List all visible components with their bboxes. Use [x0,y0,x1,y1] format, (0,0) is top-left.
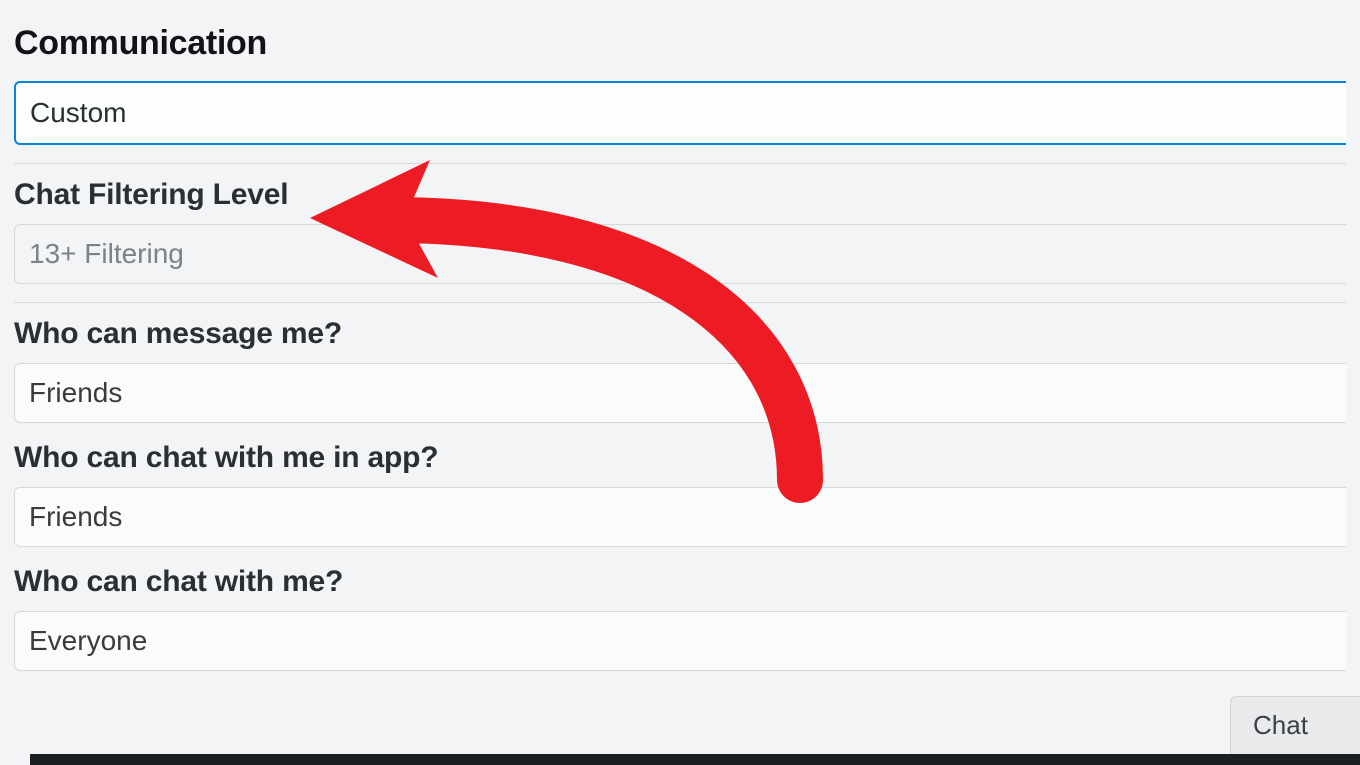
communication-section: Communication Custom Chat Filtering Leve… [0,0,1360,671]
who-chat-select[interactable]: Everyone [14,611,1346,671]
who-message-label: Who can message me? [14,317,1346,351]
chat-filtering-select[interactable]: 13+ Filtering [14,224,1346,284]
who-message-select[interactable]: Friends [14,363,1346,423]
who-chat-label: Who can chat with me? [14,565,1346,599]
communication-preset-select[interactable]: Custom [14,81,1346,145]
who-chat-app-label: Who can chat with me in app? [14,441,1346,475]
section-title: Communication [14,24,1346,63]
communication-preset-value: Custom [30,97,126,129]
chat-tab[interactable]: Chat [1230,696,1360,754]
divider [14,163,1346,164]
chat-filtering-value: 13+ Filtering [29,238,184,270]
chat-tab-label: Chat [1253,710,1308,741]
who-message-value: Friends [29,377,122,409]
bottom-bar [30,754,1360,765]
chat-filtering-label: Chat Filtering Level [14,178,1346,212]
divider [14,302,1346,303]
who-chat-value: Everyone [29,625,147,657]
who-chat-app-select[interactable]: Friends [14,487,1346,547]
who-chat-app-value: Friends [29,501,122,533]
